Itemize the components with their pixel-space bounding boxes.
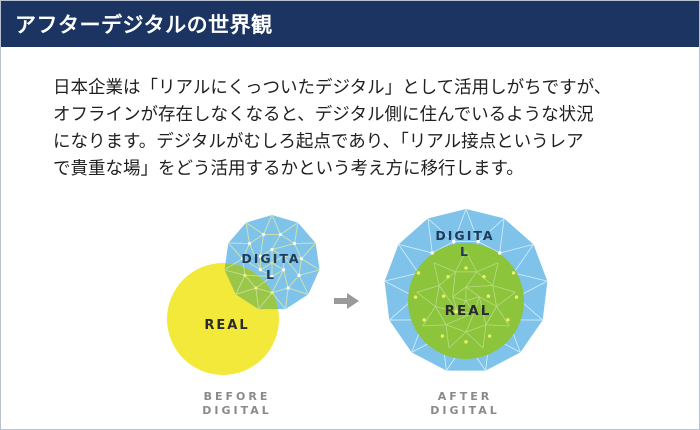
after-caption: AFTER DIGITAL xyxy=(415,390,515,418)
mesh-dot xyxy=(464,266,468,270)
mesh-dot xyxy=(514,295,519,299)
mesh-dot xyxy=(247,241,252,246)
mesh-dot xyxy=(506,318,510,322)
after-digital-label: DIGITA xyxy=(435,228,494,243)
before-caption-line-1: BEFORE xyxy=(203,390,271,403)
mesh-dot xyxy=(262,232,266,237)
mesh-dot xyxy=(482,274,486,279)
mesh-dot xyxy=(430,251,434,255)
right-arrow-icon xyxy=(334,293,359,309)
mesh-dot xyxy=(278,232,282,237)
after-diagram: DIGITA L REAL xyxy=(384,208,548,371)
mesh-dot xyxy=(413,295,418,299)
before-digital-label-2: L xyxy=(266,267,276,282)
before-diagram: DIGITA L REAL xyxy=(167,214,320,375)
mesh-dot xyxy=(440,334,445,338)
mesh-dot xyxy=(286,286,290,290)
mesh-dot xyxy=(297,273,301,277)
mesh-dot xyxy=(446,274,450,279)
after-caption-line-1: AFTER xyxy=(437,390,493,403)
mesh-dot xyxy=(498,251,502,255)
after-real-label: REAL xyxy=(445,303,492,319)
mesh-dot xyxy=(511,271,516,275)
after-digital-label-2: L xyxy=(460,244,470,259)
mesh-dot xyxy=(464,340,468,344)
before-caption: BEFORE DIGITAL xyxy=(187,390,287,418)
mesh-dot xyxy=(282,268,286,272)
mesh-dot xyxy=(416,271,421,275)
after-caption-line-2: DIGITAL xyxy=(430,404,500,417)
mesh-dot xyxy=(486,294,491,298)
before-real-label: REAL xyxy=(204,318,249,333)
mesh-dot xyxy=(270,291,274,295)
before-digital-label: DIGITA xyxy=(241,251,300,266)
mesh-dot xyxy=(422,318,426,322)
mesh-dot xyxy=(487,334,492,338)
mesh-dot xyxy=(441,294,446,298)
mesh-dot xyxy=(243,273,247,277)
digital-diagram: DIGITA L REAL DIGITA L REAL xyxy=(167,208,548,375)
mesh-dot xyxy=(254,286,258,290)
slide: アフターデジタルの世界観 日本企業は「リアルにくっついたデジタル」として活用しが… xyxy=(0,0,700,430)
before-caption-line-2: DIGITAL xyxy=(202,404,272,417)
mesh-dot xyxy=(258,268,262,272)
mesh-dot xyxy=(292,241,297,246)
